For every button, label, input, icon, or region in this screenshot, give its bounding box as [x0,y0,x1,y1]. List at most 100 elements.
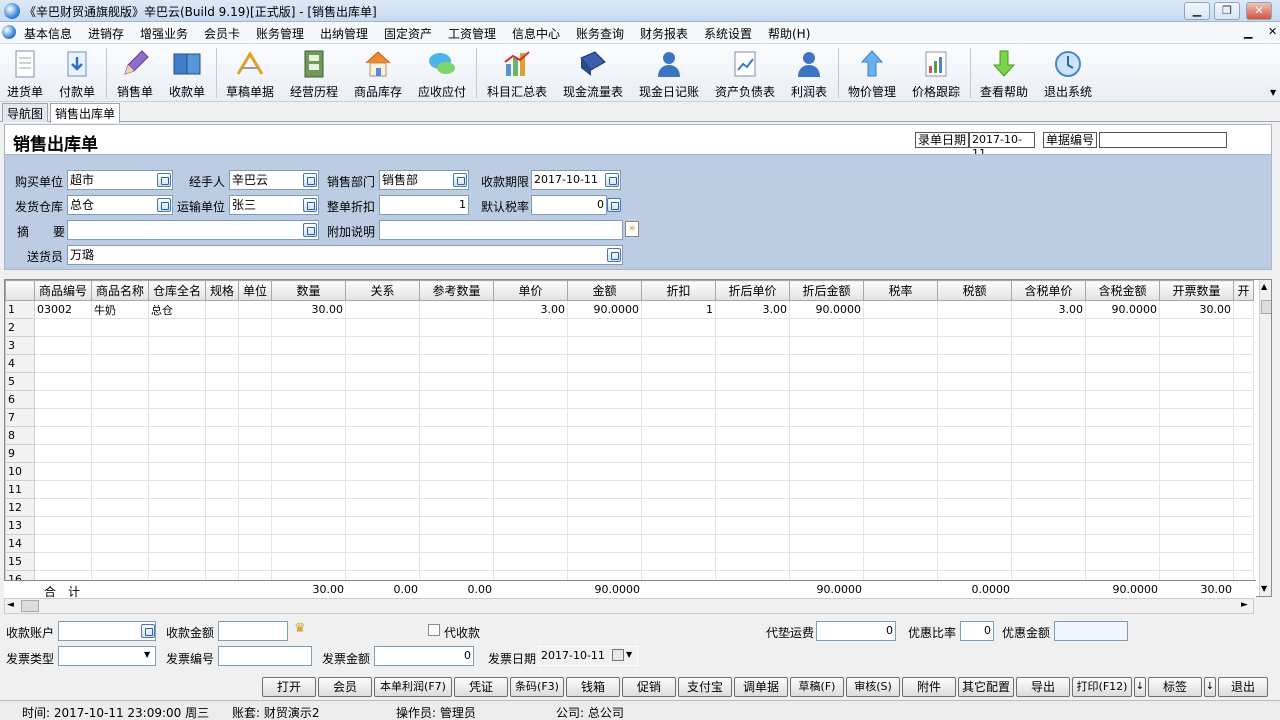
grid-cell[interactable] [419,552,494,571]
grid-cell[interactable] [1011,534,1086,553]
exit-button[interactable]: 退出 [1218,677,1268,697]
grid-cell[interactable]: 90.0000 [789,300,864,319]
grid-cell[interactable] [1085,480,1160,499]
tax-rate-lookup-icon[interactable] [607,198,621,212]
grid-cell[interactable] [91,534,149,553]
toolbar-payment-order[interactable]: 付款单 [54,46,100,100]
grid-cell[interactable] [271,318,346,337]
grid-cell[interactable] [91,516,149,535]
grid-cell[interactable] [271,516,346,535]
table-row[interactable]: 8 [5,426,1254,445]
print-button[interactable]: 打印(F12) [1072,677,1132,697]
grid-cell[interactable] [937,516,1012,535]
discount-amount-field[interactable] [1054,621,1128,641]
grid-cell[interactable] [863,552,938,571]
label-dropdown-button[interactable]: ↓ [1204,677,1216,697]
toolbar-balance-sheet[interactable]: 资产负债表 [710,46,780,100]
grid-cell[interactable] [863,300,938,319]
grid-cell[interactable] [34,498,92,517]
grid-cell[interactable] [1085,444,1160,463]
grid-cell[interactable] [345,318,420,337]
table-row[interactable]: 9 [5,444,1254,463]
menu-account-query[interactable]: 账务查询 [576,25,624,42]
grid-cell[interactable] [1011,480,1086,499]
table-row[interactable]: 6 [5,390,1254,409]
grid-cell[interactable] [91,354,149,373]
grid-cell[interactable] [34,390,92,409]
grid-cell[interactable] [1011,372,1086,391]
grid-cell[interactable] [789,462,864,481]
grid-cell[interactable] [148,462,206,481]
grid-cell[interactable] [238,426,272,445]
grid-cell[interactable] [1159,408,1234,427]
grid-cell[interactable] [789,498,864,517]
vertical-scrollbar[interactable]: ▲ ▼ [1259,280,1271,596]
grid-cell[interactable] [271,552,346,571]
grid-cell[interactable] [641,552,716,571]
load-doc-button[interactable]: 调单据 [734,677,788,697]
grid-cell[interactable] [345,336,420,355]
discount-rate-field[interactable]: 0 [960,621,994,641]
grid-cell[interactable] [937,318,1012,337]
grid-cell[interactable] [34,354,92,373]
grid-cell[interactable] [1011,390,1086,409]
grid-cell[interactable] [641,390,716,409]
due-calendar-icon[interactable] [605,173,619,187]
barcode-button[interactable]: 条码(F3) [510,677,564,697]
promotion-button[interactable]: 促销 [622,677,676,697]
close-button[interactable]: ✕ [1246,2,1272,20]
grid-cell[interactable] [205,390,239,409]
toolbar-product-stock[interactable]: 商品库存 [350,46,406,100]
grid-cell[interactable] [91,552,149,571]
grid-cell[interactable] [715,408,790,427]
table-row[interactable]: 5 [5,372,1254,391]
grid-cell[interactable]: 30.00 [271,300,346,319]
grid-cell[interactable] [205,336,239,355]
table-row[interactable]: 7 [5,408,1254,427]
grid-cell[interactable] [148,318,206,337]
grid-cell[interactable] [789,408,864,427]
grid-cell[interactable] [493,372,568,391]
grid-cell[interactable] [567,426,642,445]
note-field[interactable] [379,220,623,240]
grid-cell[interactable] [1233,408,1254,427]
grid-cell[interactable] [493,354,568,373]
grid-cell[interactable] [238,336,272,355]
grid-cell[interactable] [863,390,938,409]
grid-cell[interactable] [34,408,92,427]
col-header[interactable]: 折扣 [641,280,716,301]
member-button[interactable]: 会员 [318,677,372,697]
grid-cell[interactable] [1085,390,1160,409]
menu-fixed-assets[interactable]: 固定资产 [384,25,432,42]
items-grid[interactable]: 商品编号 商品名称 仓库全名 规格 单位 数量 关系 参考数量 单价 金额 折扣… [4,279,1272,597]
table-row[interactable]: 4 [5,354,1254,373]
label-button[interactable]: 标签 [1148,677,1202,697]
grid-cell[interactable] [937,552,1012,571]
grid-cell[interactable] [205,372,239,391]
grid-cell[interactable] [493,426,568,445]
col-header[interactable]: 商品名称 [91,280,149,301]
grid-cell[interactable] [641,444,716,463]
grid-cell[interactable] [419,462,494,481]
grid-cell[interactable] [345,426,420,445]
grid-cell[interactable]: 90.0000 [1085,300,1160,319]
grid-cell[interactable] [641,336,716,355]
grid-cell[interactable] [863,354,938,373]
print-dropdown-button[interactable]: ↓ [1134,677,1146,697]
grid-cell[interactable] [205,318,239,337]
grid-cell[interactable] [148,336,206,355]
grid-cell[interactable] [493,480,568,499]
grid-cell[interactable] [937,300,1012,319]
toolbar-price-tracking[interactable]: 价格跟踪 [908,46,964,100]
grid-cell[interactable]: 90.0000 [567,300,642,319]
grid-cell[interactable] [715,498,790,517]
grid-cell[interactable] [34,426,92,445]
grid-cell[interactable] [493,318,568,337]
grid-cell[interactable] [789,426,864,445]
date-dropdown-icon[interactable]: ▼ [626,650,632,659]
menu-basic-info[interactable]: 基本信息 [24,25,72,42]
grid-cell[interactable] [1233,372,1254,391]
grid-cell[interactable]: 3.00 [493,300,568,319]
grid-cell[interactable] [419,480,494,499]
grid-cell[interactable] [641,534,716,553]
